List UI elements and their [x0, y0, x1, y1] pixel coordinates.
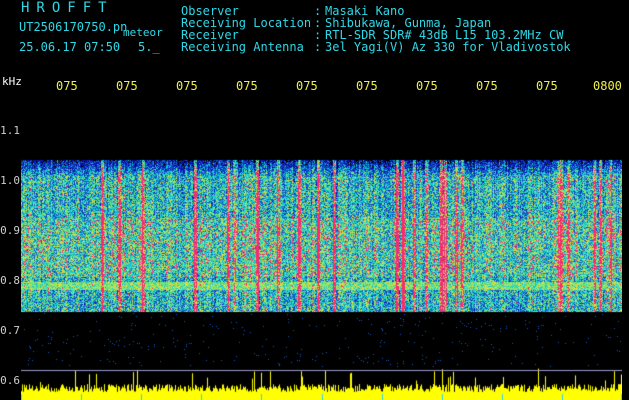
time-label-4: 075 [236, 79, 258, 93]
hrofft-logo: HROFFT [21, 0, 114, 16]
header-labels: Observer Receiving Location Receiver Rec… [181, 5, 311, 53]
frequency-unit-label: kHz [2, 75, 22, 88]
time-label-1: 075 [56, 79, 78, 93]
antenna-label: Receiving Antenna [181, 40, 304, 54]
y-label-0-6: 0.6 [0, 374, 20, 387]
spectrogram-canvas [21, 97, 622, 400]
file-suffix: meteor [123, 26, 163, 39]
header-values: Masaki Kano Shibukawa, Gunma, Japan RTL-… [325, 5, 571, 53]
time-label-9: 075 [536, 79, 558, 93]
antenna-value: 3el Yagi(V) Az 330 for Vladivostok [325, 40, 571, 54]
time-label-6: 075 [356, 79, 378, 93]
file-datetime: 25.06.17 07:50 [19, 40, 121, 54]
time-label-5: 075 [296, 79, 318, 93]
spectrogram-plot [21, 97, 622, 400]
time-label-3: 075 [176, 79, 198, 93]
header-colons: :::: [314, 4, 322, 54]
time-label-2: 075 [116, 79, 138, 93]
file-extra: 5._ [138, 40, 160, 54]
time-label-7: 075 [416, 79, 438, 93]
time-label-10: 0800 [593, 79, 622, 93]
y-label-0-9: 0.9 [0, 224, 20, 237]
y-label-1-1: 1.1 [0, 124, 20, 137]
time-label-8: 075 [476, 79, 498, 93]
y-label-0-8: 0.8 [0, 274, 20, 287]
file-name: UT2506170750.pn [19, 20, 128, 34]
y-label-1-0: 1.0 [0, 174, 20, 187]
y-label-0-7: 0.7 [0, 324, 20, 337]
